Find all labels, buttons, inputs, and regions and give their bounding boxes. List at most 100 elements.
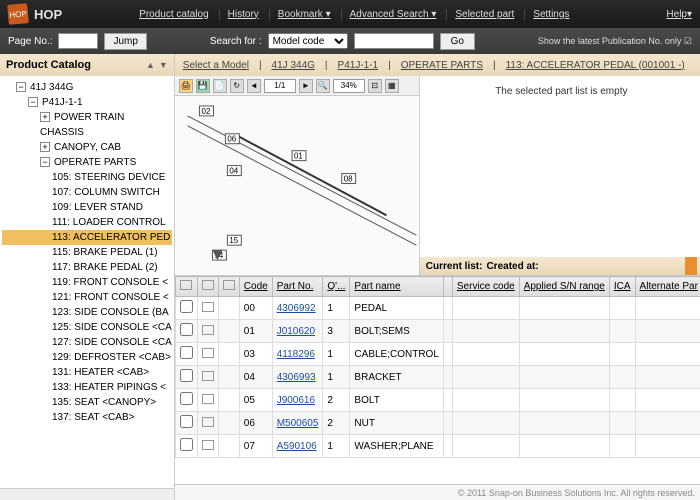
bc-group[interactable]: OPERATE PARTS <box>401 60 483 71</box>
table-row[interactable]: 01J0106203BOLT;SEMS <box>175 320 700 343</box>
cart-icon[interactable] <box>202 440 214 450</box>
catalog-tree: −41J 344G −P41J-1-1 +POWER TRAIN CHASSIS… <box>0 76 174 488</box>
tree-group[interactable]: +CANOPY, CAB <box>2 140 172 155</box>
tree-leaf[interactable]: 133: HEATER PIPINGS < <box>2 380 172 395</box>
column-header[interactable]: ICA <box>609 277 635 297</box>
tree-leaf[interactable]: 125: SIDE CONSOLE <CA <box>2 320 172 335</box>
tree-leaf[interactable]: 105: STEERING DEVICE <box>2 170 172 185</box>
tree-leaf[interactable]: 113: ACCELERATOR PED <box>2 230 172 245</box>
tree-group[interactable]: −OPERATE PARTS <box>2 155 172 170</box>
table-row[interactable]: 0043069921PEDAL <box>175 297 700 320</box>
row-checkbox[interactable] <box>180 392 193 405</box>
table-row[interactable]: 0341182961CABLE;CONTROL <box>175 343 700 366</box>
row-checkbox[interactable] <box>180 346 193 359</box>
save-icon[interactable]: 💾 <box>196 79 210 93</box>
cart-icon[interactable] <box>202 302 214 312</box>
column-header[interactable]: Alternate Par <box>635 277 700 297</box>
column-header[interactable]: Service code <box>452 277 519 297</box>
table-row[interactable]: 07A5901061WASHER;PLANE <box>175 435 700 458</box>
tree-leaf[interactable]: 129: DEFROSTER <CAB> <box>2 350 172 365</box>
go-button[interactable]: Go <box>440 33 475 50</box>
created-at-label: Created at: <box>486 261 538 272</box>
page-no-input[interactable] <box>58 33 98 49</box>
cart-icon[interactable] <box>202 325 214 335</box>
bc-sub[interactable]: P41J-1-1 <box>338 60 379 71</box>
part-number-link[interactable]: J900616 <box>277 395 315 406</box>
tree-leaf[interactable]: 107: COLUMN SWITCH <box>2 185 172 200</box>
tree-group[interactable]: +POWER TRAIN <box>2 110 172 125</box>
refresh-icon[interactable]: ↻ <box>230 79 244 93</box>
top-nav: Product catalog History Bookmark ▾ Advan… <box>131 9 577 20</box>
doc-icon[interactable]: 📄 <box>213 79 227 93</box>
tree-leaf[interactable]: 131: HEATER <CAB> <box>2 365 172 380</box>
tree-leaf[interactable]: 135: SEAT <CANOPY> <box>2 395 172 410</box>
publication-filter-label[interactable]: Show the latest Publication No. only ☑ <box>538 36 692 47</box>
sort-down-icon[interactable]: ▼ <box>159 60 168 70</box>
row-checkbox[interactable] <box>180 323 193 336</box>
name-cell: BOLT <box>350 389 443 412</box>
cart-icon[interactable] <box>202 394 214 404</box>
print-icon[interactable]: 🖨 <box>179 79 193 93</box>
table-row[interactable]: 05J9006162BOLT <box>175 389 700 412</box>
cart-icon[interactable] <box>202 371 214 381</box>
cart-icon[interactable] <box>202 417 214 427</box>
part-number-link[interactable]: M500605 <box>277 418 319 429</box>
nav-history[interactable]: History <box>219 9 267 20</box>
diagram-view[interactable]: 02 06 04 01 08 15 14 <box>175 96 419 275</box>
column-header[interactable]: Applied S/N range <box>519 277 609 297</box>
code-cell: 05 <box>239 389 272 412</box>
tree-root[interactable]: −41J 344G <box>2 80 172 95</box>
part-number-link[interactable]: 4306993 <box>277 372 316 383</box>
nav-product-catalog[interactable]: Product catalog <box>131 9 217 20</box>
tree-group[interactable]: CHASSIS <box>2 125 172 140</box>
part-number-link[interactable]: A590106 <box>277 441 317 452</box>
column-header[interactable]: Part No. <box>272 277 323 297</box>
tree-leaf[interactable]: 117: BRAKE PEDAL (2) <box>2 260 172 275</box>
nav-selected-part[interactable]: Selected part <box>446 9 522 20</box>
nav-bookmark[interactable]: Bookmark ▾ <box>269 9 339 20</box>
search-type-select[interactable]: Model code <box>268 33 348 49</box>
row-checkbox[interactable] <box>180 438 193 451</box>
tree-leaf[interactable]: 109: LEVER STAND <box>2 200 172 215</box>
tree-leaf[interactable]: 121: FRONT CONSOLE < <box>2 290 172 305</box>
column-header[interactable]: Code <box>239 277 272 297</box>
tree-leaf[interactable]: 115: BRAKE PEDAL (1) <box>2 245 172 260</box>
table-row[interactable]: 0443069931BRACKET <box>175 366 700 389</box>
fit-icon[interactable]: ⊡ <box>368 79 382 93</box>
jump-button[interactable]: Jump <box>104 33 146 50</box>
tree-leaf[interactable]: 123: SIDE CONSOLE (BA <box>2 305 172 320</box>
zoom-icon[interactable]: 🔍 <box>316 79 330 93</box>
grid-icon[interactable]: ▦ <box>385 79 399 93</box>
prev-page-icon[interactable]: ◄ <box>247 79 261 93</box>
nav-settings[interactable]: Settings <box>524 9 577 20</box>
part-number-link[interactable]: 4306992 <box>277 303 316 314</box>
column-header[interactable]: Part name <box>350 277 443 297</box>
search-input[interactable] <box>354 33 434 49</box>
sort-up-icon[interactable]: ▲ <box>146 60 155 70</box>
next-page-icon[interactable]: ► <box>299 79 313 93</box>
tree-leaf[interactable]: 127: SIDE CONSOLE <CA <box>2 335 172 350</box>
tree-leaf[interactable]: 111: LOADER CONTROL <box>2 215 172 230</box>
column-header[interactable] <box>218 277 239 297</box>
bc-select-model[interactable]: Select a Model <box>183 60 249 71</box>
column-header[interactable] <box>443 277 452 297</box>
part-number-link[interactable]: J010620 <box>277 326 315 337</box>
expand-tab[interactable] <box>685 257 697 275</box>
cart-icon[interactable] <box>202 348 214 358</box>
tree-sub[interactable]: −P41J-1-1 <box>2 95 172 110</box>
row-checkbox[interactable] <box>180 300 193 313</box>
nav-advanced-search[interactable]: Advanced Search ▾ <box>341 9 445 20</box>
bc-model[interactable]: 41J 344G <box>272 60 315 71</box>
part-number-link[interactable]: 4118296 <box>277 349 315 360</box>
column-header[interactable]: Q'... <box>323 277 350 297</box>
table-row[interactable]: 06M5006052NUT <box>175 412 700 435</box>
row-checkbox[interactable] <box>180 369 193 382</box>
row-checkbox[interactable] <box>180 415 193 428</box>
zoom-level[interactable]: 34% <box>333 79 365 93</box>
tree-leaf[interactable]: 137: SEAT <CAB> <box>2 410 172 425</box>
column-header[interactable] <box>197 277 218 297</box>
sidebar-scrollbar[interactable] <box>0 488 174 500</box>
column-header[interactable] <box>175 277 197 297</box>
help-link[interactable]: Help▾ <box>646 9 692 20</box>
tree-leaf[interactable]: 119: FRONT CONSOLE < <box>2 275 172 290</box>
